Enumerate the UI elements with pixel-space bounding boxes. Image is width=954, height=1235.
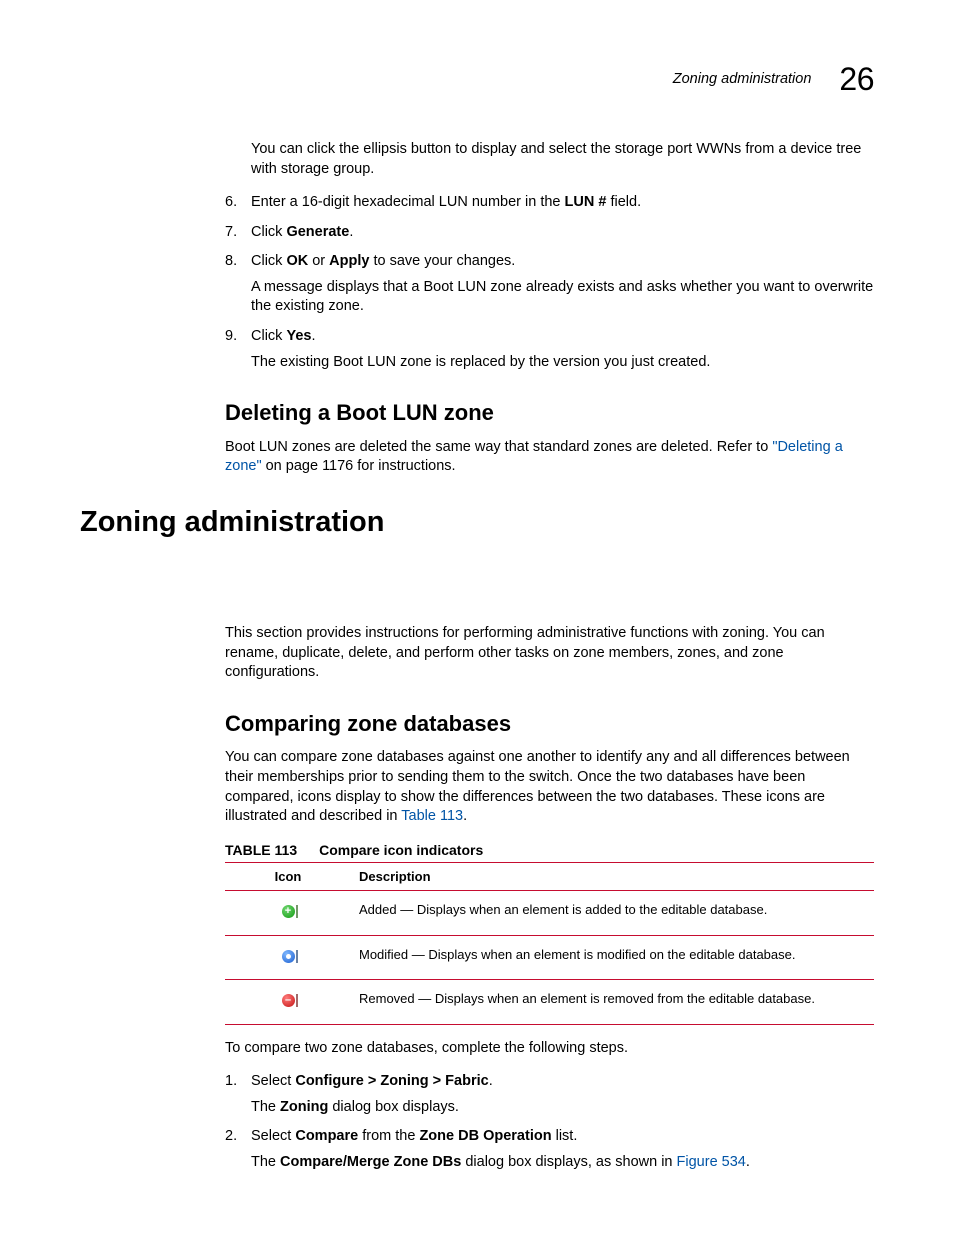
table-compare-icon-indicators: Icon Description Added — Displays when a… [225, 862, 874, 1025]
col-header-icon: Icon [225, 862, 351, 891]
table-row: Removed — Displays when an element is re… [225, 980, 874, 1025]
intro-paragraph: You can click the ellipsis button to dis… [251, 140, 874, 179]
heading-comparing-zone-databases: Comparing zone databases [225, 709, 874, 739]
table-row: Added — Displays when an element is adde… [225, 891, 874, 936]
compare-steps: 1. Select Configure > Zoning > Fabric. T… [225, 1072, 874, 1172]
link-figure-534[interactable]: Figure 534 [677, 1154, 746, 1170]
table-number: TABLE 113 [225, 842, 297, 858]
heading-zoning-administration: Zoning administration [80, 503, 874, 542]
step-text: Click Yes. [251, 328, 315, 344]
step-1-sub: The Zoning dialog box displays. [251, 1098, 874, 1118]
procedure-steps: 6. Enter a 16-digit hexadecimal LUN numb… [225, 193, 874, 372]
cell-desc: Modified — Displays when an element is m… [351, 935, 874, 980]
step-8-sub: A message displays that a Boot LUN zone … [251, 278, 874, 317]
page: Zoning administration 26 You can click t… [0, 0, 954, 1235]
step-7: 7. Click Generate. [225, 223, 874, 243]
step-2-sub: The Compare/Merge Zone DBs dialog box di… [251, 1153, 874, 1173]
cell-desc: Added — Displays when an element is adde… [351, 891, 874, 936]
compare-steps-intro: To compare two zone databases, complete … [225, 1039, 874, 1059]
step-text: Select Compare from the Zone DB Operatio… [251, 1128, 577, 1144]
col-header-description: Description [351, 862, 874, 891]
link-table-113[interactable]: Table 113 [401, 808, 463, 824]
added-icon [282, 905, 295, 918]
step-number: 8. [225, 252, 237, 272]
step-number: 2. [225, 1127, 237, 1147]
chapter-number: 26 [839, 58, 874, 101]
table-row: Modified — Displays when an element is m… [225, 935, 874, 980]
running-header-label: Zoning administration [673, 70, 812, 90]
admin-paragraph: This section provides instructions for p… [225, 624, 874, 683]
step-number: 1. [225, 1072, 237, 1092]
cell-icon [225, 935, 351, 980]
step-text: Click OK or Apply to save your changes. [251, 253, 515, 269]
body-column: You can click the ellipsis button to dis… [225, 140, 874, 477]
cell-icon [225, 891, 351, 936]
step-text: Enter a 16-digit hexadecimal LUN number … [251, 194, 641, 210]
table-113-caption: TABLE 113 Compare icon indicators [225, 841, 874, 860]
step-8: 8. Click OK or Apply to save your change… [225, 252, 874, 317]
table-header-row: Icon Description [225, 862, 874, 891]
step-1: 1. Select Configure > Zoning > Fabric. T… [225, 1072, 874, 1117]
step-text: Select Configure > Zoning > Fabric. [251, 1073, 493, 1089]
running-header: Zoning administration 26 [673, 58, 874, 101]
modified-icon [282, 950, 295, 963]
heading-deleting-boot-lun-zone: Deleting a Boot LUN zone [225, 398, 874, 428]
cell-icon [225, 980, 351, 1025]
deleting-paragraph: Boot LUN zones are deleted the same way … [225, 438, 874, 477]
step-6: 6. Enter a 16-digit hexadecimal LUN numb… [225, 193, 874, 213]
cell-desc: Removed — Displays when an element is re… [351, 980, 874, 1025]
step-number: 7. [225, 223, 237, 243]
step-9: 9. Click Yes. The existing Boot LUN zone… [225, 327, 874, 372]
compare-paragraph: You can compare zone databases against o… [225, 748, 874, 826]
table-title: Compare icon indicators [319, 842, 483, 858]
step-number: 9. [225, 327, 237, 347]
step-2: 2. Select Compare from the Zone DB Opera… [225, 1127, 874, 1172]
step-text: Click Generate. [251, 224, 353, 240]
step-number: 6. [225, 193, 237, 213]
step-9-sub: The existing Boot LUN zone is replaced b… [251, 353, 874, 373]
removed-icon [282, 994, 295, 1007]
body-column-2: This section provides instructions for p… [225, 624, 874, 1173]
